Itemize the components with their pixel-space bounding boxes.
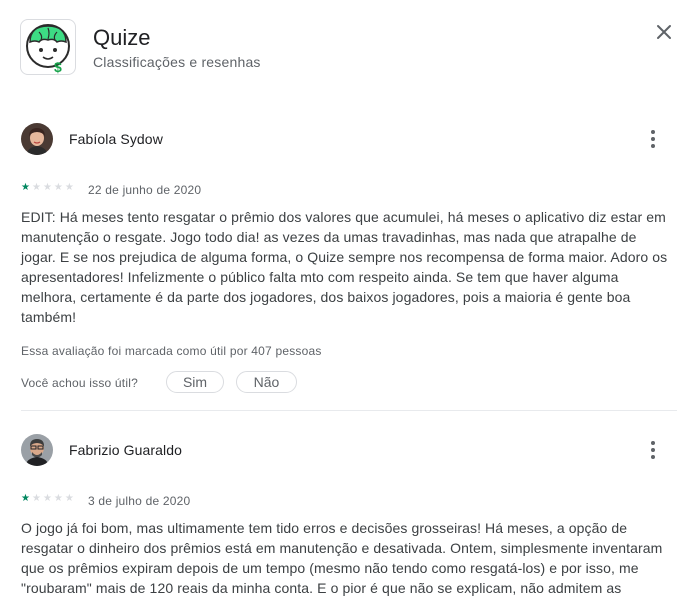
star-empty-icon: ★: [31, 182, 41, 193]
star-filled-icon: ★: [21, 493, 30, 504]
helpful-count: Essa avaliação foi marcada como útil por…: [21, 344, 322, 358]
review-text: O jogo já foi bom, mas ultimamente tem t…: [21, 520, 663, 596]
review-card: Fabíola Sydow ★ ★ ★ ★ ★ 22 de junho de 2…: [21, 122, 677, 402]
more-vert-icon: [651, 130, 655, 148]
review-date: 22 de junho de 2020: [88, 183, 202, 197]
more-vert-icon: [651, 441, 655, 459]
helpful-question: Você achou isso útil?: [21, 376, 138, 390]
quize-brain-money-icon: $: [26, 24, 70, 74]
star-rating: ★ ★ ★ ★ ★: [21, 183, 74, 193]
star-empty-icon: ★: [31, 493, 41, 504]
divider: [21, 410, 677, 411]
review-card: Fabrizio Guaraldo ★ ★ ★ ★ ★ 3 de julho d…: [21, 433, 677, 596]
star-empty-icon: ★: [64, 182, 74, 193]
svg-text:$: $: [54, 59, 62, 74]
avatar: [21, 434, 53, 466]
avatar: [21, 123, 53, 155]
close-icon: [657, 25, 671, 39]
star-empty-icon: ★: [42, 182, 52, 193]
review-author: Fabrizio Guaraldo: [69, 442, 182, 458]
star-empty-icon: ★: [42, 493, 52, 504]
star-filled-icon: ★: [21, 182, 30, 193]
star-rating: ★ ★ ★ ★ ★: [21, 494, 74, 504]
star-empty-icon: ★: [53, 493, 63, 504]
more-options-button[interactable]: [641, 438, 665, 462]
helpful-yes-button[interactable]: Sim: [166, 371, 224, 393]
review-text: EDIT: Há meses tento resgatar o prêmio d…: [21, 209, 668, 325]
app-title: Quize: [93, 25, 151, 50]
close-button[interactable]: [652, 20, 676, 44]
app-subtitle: Classificações e resenhas: [93, 54, 261, 70]
star-empty-icon: ★: [64, 493, 74, 504]
helpful-no-button[interactable]: Não: [236, 371, 297, 393]
star-empty-icon: ★: [53, 182, 63, 193]
app-header: $ Quize Classificações e resenhas: [0, 0, 691, 100]
app-icon: $: [20, 19, 76, 75]
more-options-button[interactable]: [641, 127, 665, 151]
review-date: 3 de julho de 2020: [88, 494, 191, 508]
review-author: Fabíola Sydow: [69, 131, 163, 147]
